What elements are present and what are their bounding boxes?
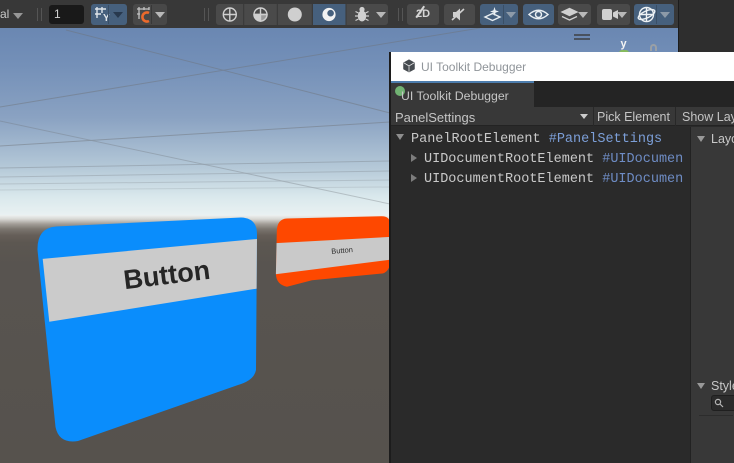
svg-text:Button: Button	[331, 245, 353, 256]
